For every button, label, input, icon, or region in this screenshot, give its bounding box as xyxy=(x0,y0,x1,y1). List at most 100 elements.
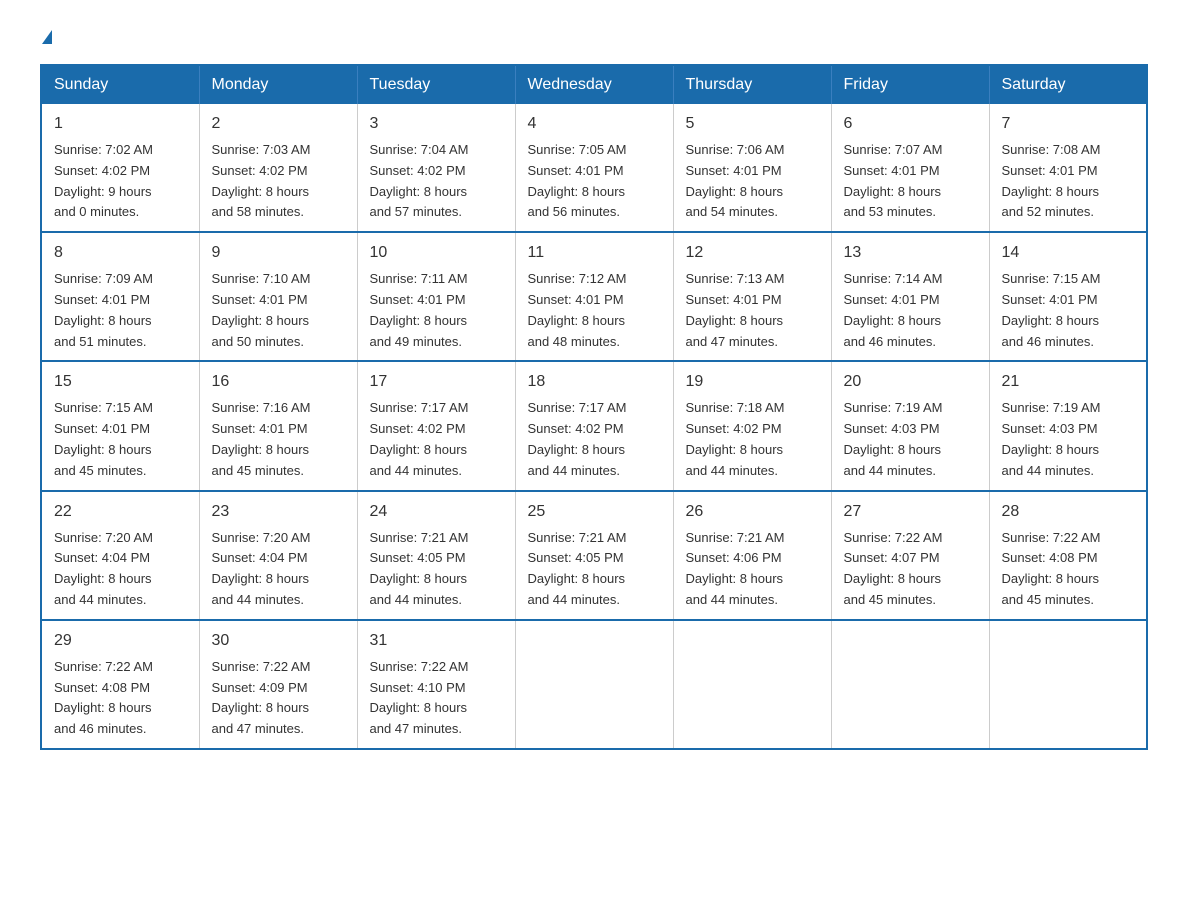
calendar-week-row: 15 Sunrise: 7:15 AMSunset: 4:01 PMDaylig… xyxy=(41,361,1147,490)
day-info: Sunrise: 7:08 AMSunset: 4:01 PMDaylight:… xyxy=(1002,142,1101,219)
day-info: Sunrise: 7:22 AMSunset: 4:09 PMDaylight:… xyxy=(212,659,311,736)
logo xyxy=(40,30,52,44)
calendar-cell: 8 Sunrise: 7:09 AMSunset: 4:01 PMDayligh… xyxy=(41,232,199,361)
day-info: Sunrise: 7:21 AMSunset: 4:06 PMDaylight:… xyxy=(686,530,785,607)
day-number: 1 xyxy=(54,112,187,136)
day-number: 28 xyxy=(1002,500,1135,524)
calendar-cell xyxy=(673,620,831,749)
calendar-cell: 10 Sunrise: 7:11 AMSunset: 4:01 PMDaylig… xyxy=(357,232,515,361)
calendar-cell: 15 Sunrise: 7:15 AMSunset: 4:01 PMDaylig… xyxy=(41,361,199,490)
day-info: Sunrise: 7:03 AMSunset: 4:02 PMDaylight:… xyxy=(212,142,311,219)
calendar-cell: 17 Sunrise: 7:17 AMSunset: 4:02 PMDaylig… xyxy=(357,361,515,490)
day-number: 2 xyxy=(212,112,345,136)
calendar-cell: 25 Sunrise: 7:21 AMSunset: 4:05 PMDaylig… xyxy=(515,491,673,620)
day-info: Sunrise: 7:15 AMSunset: 4:01 PMDaylight:… xyxy=(54,400,153,477)
calendar-cell: 6 Sunrise: 7:07 AMSunset: 4:01 PMDayligh… xyxy=(831,104,989,232)
day-number: 25 xyxy=(528,500,661,524)
day-number: 22 xyxy=(54,500,187,524)
calendar-cell: 23 Sunrise: 7:20 AMSunset: 4:04 PMDaylig… xyxy=(199,491,357,620)
calendar-week-row: 29 Sunrise: 7:22 AMSunset: 4:08 PMDaylig… xyxy=(41,620,1147,749)
calendar-cell xyxy=(989,620,1147,749)
calendar-cell: 20 Sunrise: 7:19 AMSunset: 4:03 PMDaylig… xyxy=(831,361,989,490)
calendar-cell: 31 Sunrise: 7:22 AMSunset: 4:10 PMDaylig… xyxy=(357,620,515,749)
day-info: Sunrise: 7:11 AMSunset: 4:01 PMDaylight:… xyxy=(370,271,468,348)
day-number: 30 xyxy=(212,629,345,653)
day-info: Sunrise: 7:19 AMSunset: 4:03 PMDaylight:… xyxy=(844,400,943,477)
day-number: 7 xyxy=(1002,112,1135,136)
calendar-cell: 7 Sunrise: 7:08 AMSunset: 4:01 PMDayligh… xyxy=(989,104,1147,232)
calendar-cell: 16 Sunrise: 7:16 AMSunset: 4:01 PMDaylig… xyxy=(199,361,357,490)
day-number: 10 xyxy=(370,241,503,265)
calendar-cell: 19 Sunrise: 7:18 AMSunset: 4:02 PMDaylig… xyxy=(673,361,831,490)
day-info: Sunrise: 7:07 AMSunset: 4:01 PMDaylight:… xyxy=(844,142,943,219)
calendar-week-row: 22 Sunrise: 7:20 AMSunset: 4:04 PMDaylig… xyxy=(41,491,1147,620)
calendar-cell: 3 Sunrise: 7:04 AMSunset: 4:02 PMDayligh… xyxy=(357,104,515,232)
day-info: Sunrise: 7:21 AMSunset: 4:05 PMDaylight:… xyxy=(528,530,627,607)
calendar-cell xyxy=(831,620,989,749)
calendar-cell: 29 Sunrise: 7:22 AMSunset: 4:08 PMDaylig… xyxy=(41,620,199,749)
day-info: Sunrise: 7:05 AMSunset: 4:01 PMDaylight:… xyxy=(528,142,627,219)
calendar-cell: 24 Sunrise: 7:21 AMSunset: 4:05 PMDaylig… xyxy=(357,491,515,620)
calendar-cell: 1 Sunrise: 7:02 AMSunset: 4:02 PMDayligh… xyxy=(41,104,199,232)
day-number: 3 xyxy=(370,112,503,136)
calendar-cell: 22 Sunrise: 7:20 AMSunset: 4:04 PMDaylig… xyxy=(41,491,199,620)
day-info: Sunrise: 7:17 AMSunset: 4:02 PMDaylight:… xyxy=(370,400,469,477)
day-info: Sunrise: 7:22 AMSunset: 4:08 PMDaylight:… xyxy=(54,659,153,736)
day-info: Sunrise: 7:04 AMSunset: 4:02 PMDaylight:… xyxy=(370,142,469,219)
calendar-header-row: SundayMondayTuesdayWednesdayThursdayFrid… xyxy=(41,65,1147,104)
day-number: 15 xyxy=(54,370,187,394)
day-info: Sunrise: 7:15 AMSunset: 4:01 PMDaylight:… xyxy=(1002,271,1101,348)
day-number: 31 xyxy=(370,629,503,653)
day-info: Sunrise: 7:20 AMSunset: 4:04 PMDaylight:… xyxy=(54,530,153,607)
day-number: 26 xyxy=(686,500,819,524)
calendar-cell: 4 Sunrise: 7:05 AMSunset: 4:01 PMDayligh… xyxy=(515,104,673,232)
day-number: 19 xyxy=(686,370,819,394)
day-info: Sunrise: 7:17 AMSunset: 4:02 PMDaylight:… xyxy=(528,400,627,477)
column-header-monday: Monday xyxy=(199,65,357,104)
column-header-tuesday: Tuesday xyxy=(357,65,515,104)
day-info: Sunrise: 7:02 AMSunset: 4:02 PMDaylight:… xyxy=(54,142,153,219)
day-info: Sunrise: 7:22 AMSunset: 4:10 PMDaylight:… xyxy=(370,659,469,736)
day-number: 9 xyxy=(212,241,345,265)
calendar-cell: 2 Sunrise: 7:03 AMSunset: 4:02 PMDayligh… xyxy=(199,104,357,232)
calendar-cell: 18 Sunrise: 7:17 AMSunset: 4:02 PMDaylig… xyxy=(515,361,673,490)
day-number: 11 xyxy=(528,241,661,265)
column-header-sunday: Sunday xyxy=(41,65,199,104)
column-header-thursday: Thursday xyxy=(673,65,831,104)
day-info: Sunrise: 7:20 AMSunset: 4:04 PMDaylight:… xyxy=(212,530,311,607)
day-number: 21 xyxy=(1002,370,1135,394)
calendar-cell: 30 Sunrise: 7:22 AMSunset: 4:09 PMDaylig… xyxy=(199,620,357,749)
calendar-cell: 13 Sunrise: 7:14 AMSunset: 4:01 PMDaylig… xyxy=(831,232,989,361)
calendar-table: SundayMondayTuesdayWednesdayThursdayFrid… xyxy=(40,64,1148,750)
day-number: 8 xyxy=(54,241,187,265)
day-info: Sunrise: 7:22 AMSunset: 4:07 PMDaylight:… xyxy=(844,530,943,607)
calendar-week-row: 8 Sunrise: 7:09 AMSunset: 4:01 PMDayligh… xyxy=(41,232,1147,361)
day-number: 18 xyxy=(528,370,661,394)
day-number: 14 xyxy=(1002,241,1135,265)
calendar-cell: 5 Sunrise: 7:06 AMSunset: 4:01 PMDayligh… xyxy=(673,104,831,232)
day-info: Sunrise: 7:06 AMSunset: 4:01 PMDaylight:… xyxy=(686,142,785,219)
calendar-cell xyxy=(515,620,673,749)
column-header-saturday: Saturday xyxy=(989,65,1147,104)
day-info: Sunrise: 7:16 AMSunset: 4:01 PMDaylight:… xyxy=(212,400,311,477)
day-number: 6 xyxy=(844,112,977,136)
day-info: Sunrise: 7:18 AMSunset: 4:02 PMDaylight:… xyxy=(686,400,785,477)
day-info: Sunrise: 7:13 AMSunset: 4:01 PMDaylight:… xyxy=(686,271,785,348)
day-number: 16 xyxy=(212,370,345,394)
day-info: Sunrise: 7:21 AMSunset: 4:05 PMDaylight:… xyxy=(370,530,469,607)
day-info: Sunrise: 7:22 AMSunset: 4:08 PMDaylight:… xyxy=(1002,530,1101,607)
calendar-cell: 14 Sunrise: 7:15 AMSunset: 4:01 PMDaylig… xyxy=(989,232,1147,361)
day-info: Sunrise: 7:09 AMSunset: 4:01 PMDaylight:… xyxy=(54,271,153,348)
calendar-cell: 11 Sunrise: 7:12 AMSunset: 4:01 PMDaylig… xyxy=(515,232,673,361)
day-number: 12 xyxy=(686,241,819,265)
day-number: 4 xyxy=(528,112,661,136)
day-number: 17 xyxy=(370,370,503,394)
calendar-cell: 28 Sunrise: 7:22 AMSunset: 4:08 PMDaylig… xyxy=(989,491,1147,620)
day-number: 13 xyxy=(844,241,977,265)
day-number: 5 xyxy=(686,112,819,136)
logo-triangle-icon xyxy=(42,30,52,44)
calendar-cell: 26 Sunrise: 7:21 AMSunset: 4:06 PMDaylig… xyxy=(673,491,831,620)
day-info: Sunrise: 7:19 AMSunset: 4:03 PMDaylight:… xyxy=(1002,400,1101,477)
day-number: 27 xyxy=(844,500,977,524)
day-number: 29 xyxy=(54,629,187,653)
